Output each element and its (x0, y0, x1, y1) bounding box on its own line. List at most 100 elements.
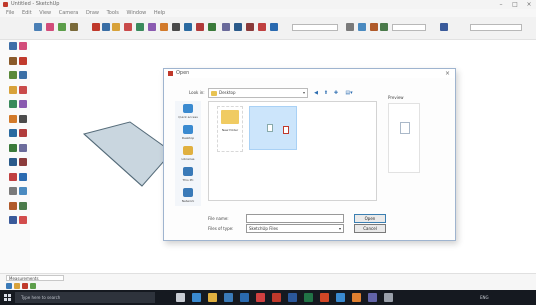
store-icon[interactable] (224, 293, 233, 302)
mail-icon[interactable] (240, 293, 249, 302)
close-window-button[interactable]: × (522, 0, 536, 9)
menu-view[interactable]: View (39, 9, 51, 17)
file-item-selected[interactable] (249, 106, 297, 150)
layers-icon[interactable] (370, 23, 378, 31)
credits-icon[interactable] (14, 283, 20, 289)
warehouse-icon[interactable] (258, 23, 266, 31)
cancel-button[interactable]: Cancel (354, 224, 386, 233)
tape-tool-icon[interactable] (172, 23, 180, 31)
geo-location-icon[interactable] (6, 283, 12, 289)
file-name-field[interactable] (246, 214, 344, 223)
user-icon[interactable] (22, 283, 28, 289)
palette-zoom-icon[interactable] (19, 172, 27, 181)
menu-camera[interactable]: Camera (59, 9, 79, 17)
pan-tool-icon[interactable] (222, 23, 230, 31)
palette-text-icon[interactable] (9, 143, 17, 152)
orbit-tool-icon[interactable] (208, 23, 216, 31)
arc-tool-icon[interactable] (92, 23, 100, 31)
move-tool-icon[interactable] (124, 23, 132, 31)
axes-tool-icon[interactable] (196, 23, 204, 31)
file-item-folder[interactable]: New folder (217, 106, 243, 152)
offset-tool-icon[interactable] (160, 23, 168, 31)
shape-tool-icon[interactable] (102, 23, 110, 31)
line-tool-icon[interactable] (70, 23, 78, 31)
menu-file[interactable]: File (6, 9, 14, 17)
excel-icon[interactable] (304, 293, 313, 302)
teams-icon[interactable] (368, 293, 377, 302)
model-face[interactable] (82, 121, 173, 187)
palette-orbit-icon[interactable] (19, 158, 27, 166)
palette-section-icon[interactable] (19, 201, 27, 210)
zoom-tool-icon[interactable] (234, 23, 242, 31)
tray-language[interactable]: ENG (480, 293, 489, 302)
look-in-select[interactable]: Desktop ▾ (208, 88, 308, 98)
palette-follow-me-icon[interactable] (19, 216, 27, 224)
palette-arc-icon[interactable] (19, 56, 27, 65)
menu-window[interactable]: Window (127, 9, 147, 17)
media-icon[interactable] (352, 293, 361, 302)
palette-offset-icon[interactable] (19, 114, 27, 123)
place-quick-access[interactable]: Quick access (175, 103, 201, 123)
palette-axes-icon[interactable] (19, 143, 27, 152)
eraser-tool-icon[interactable] (46, 23, 54, 31)
palette-protractor-icon[interactable] (19, 129, 27, 137)
dialog-close-button[interactable]: × (443, 69, 452, 78)
scale-tool-icon[interactable] (148, 23, 156, 31)
palette-look-icon[interactable] (9, 201, 17, 210)
settings-icon[interactable] (384, 293, 393, 302)
open-button[interactable]: Open (354, 214, 386, 223)
menu-draw[interactable]: Draw (86, 9, 99, 17)
palette-move-icon[interactable] (9, 100, 17, 108)
menu-help[interactable]: Help (154, 9, 165, 17)
text-tool-icon[interactable] (184, 23, 192, 31)
palette-tape-icon[interactable] (9, 129, 17, 137)
new-folder-icon[interactable]: ✚ (332, 89, 340, 97)
minimize-button[interactable]: – (494, 0, 508, 9)
toolbar-field-3[interactable] (470, 24, 522, 31)
place-desktop[interactable]: Desktop (175, 124, 201, 144)
task-view-icon[interactable] (176, 293, 185, 302)
edge-icon[interactable] (192, 293, 201, 302)
palette-rectangle-icon[interactable] (9, 71, 17, 79)
section-icon[interactable] (346, 23, 354, 31)
shadows-icon[interactable] (440, 23, 448, 31)
palette-zoom-window-icon[interactable] (9, 187, 17, 195)
palette-dimension-icon[interactable] (9, 158, 17, 166)
document-icon[interactable] (267, 124, 273, 132)
palette-circle-icon[interactable] (19, 71, 27, 79)
place-this-pc[interactable]: This PC (175, 166, 201, 186)
file-list[interactable]: New folder (208, 101, 377, 201)
extension-icon[interactable] (270, 23, 278, 31)
measurements-box[interactable]: Measurements (6, 275, 64, 281)
toolbar-field-1[interactable] (292, 24, 338, 31)
palette-line-icon[interactable] (9, 56, 17, 65)
menu-tools[interactable]: Tools (107, 9, 119, 17)
taskbar-search[interactable]: Type here to search (15, 292, 155, 303)
palette-pan-icon[interactable] (9, 172, 17, 181)
place-libraries[interactable]: Libraries (175, 145, 201, 165)
menu-edit[interactable]: Edit (22, 9, 32, 17)
up-folder-icon[interactable]: ⬆ (322, 89, 330, 97)
palette-polygon-icon[interactable] (9, 85, 17, 94)
sketchup-icon[interactable] (272, 293, 281, 302)
help-icon[interactable] (30, 283, 36, 289)
file-type-select[interactable]: SketchUp Files ▾ (246, 224, 344, 233)
windows-start-icon[interactable] (4, 294, 11, 301)
chrome-icon[interactable] (256, 293, 265, 302)
back-icon[interactable]: ◀ (312, 89, 320, 97)
palette-rotate-icon[interactable] (19, 100, 27, 108)
rotate-tool-icon[interactable] (136, 23, 144, 31)
view-menu-icon[interactable]: ▤▾ (342, 89, 356, 97)
place-network[interactable]: Network (175, 187, 201, 207)
photos-icon[interactable] (336, 293, 345, 302)
palette-select-icon[interactable] (9, 42, 17, 50)
paint-tool-icon[interactable] (58, 23, 66, 31)
scenes-icon[interactable] (380, 23, 388, 31)
push-pull-tool-icon[interactable] (112, 23, 120, 31)
palette-walk-icon[interactable] (19, 187, 27, 195)
palette-eraser-icon[interactable] (19, 42, 27, 50)
powerpoint-icon[interactable] (320, 293, 329, 302)
palette-scale-icon[interactable] (9, 114, 17, 123)
palette-paint-icon[interactable] (9, 216, 17, 224)
maximize-button[interactable]: □ (508, 0, 522, 9)
